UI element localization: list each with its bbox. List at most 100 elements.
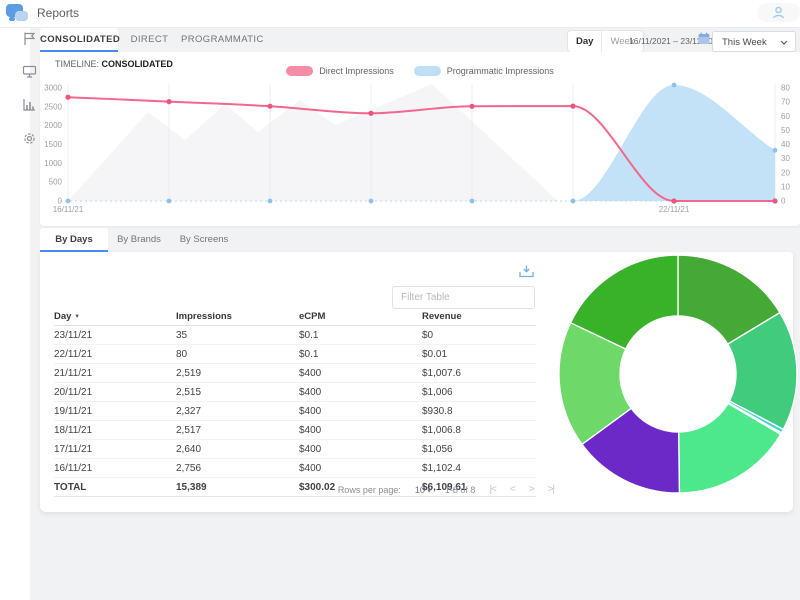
table-row[interactable]: 19/11/212,327$400$930.8 xyxy=(54,402,536,421)
app-header: Reports xyxy=(0,0,800,28)
table-cell: 18/11/21 xyxy=(54,421,176,440)
table-cell: $1,007.6 xyxy=(422,364,536,383)
table-cell: 20/11/21 xyxy=(54,383,176,402)
table-row[interactable]: 21/11/212,519$400$1,007.6 xyxy=(54,364,536,383)
breakdown-card: Day ▼ Impressions eCPM Revenue 23/11/213… xyxy=(40,252,793,512)
table-cell: $0.1 xyxy=(299,326,422,345)
table-cell: $0.1 xyxy=(299,345,422,364)
svg-text:1000: 1000 xyxy=(44,159,62,168)
table-cell: $1,006.8 xyxy=(422,421,536,440)
table-cell: 2,519 xyxy=(176,364,299,383)
table-cell: 2,515 xyxy=(176,383,299,402)
tab-consolidated[interactable]: CONSOLIDATED xyxy=(40,28,118,52)
svg-text:40: 40 xyxy=(781,140,790,149)
table-cell: $0.01 xyxy=(422,345,536,364)
table-cell: $1,006 xyxy=(422,383,536,402)
table-row[interactable]: 18/11/212,517$400$1,006.8 xyxy=(54,421,536,440)
legend-item-programmatic[interactable]: Programmatic Impressions xyxy=(414,66,554,76)
prev-page-button[interactable]: < xyxy=(510,484,515,495)
period-select[interactable]: This Week xyxy=(712,31,796,52)
svg-text:16/11/21: 16/11/21 xyxy=(53,205,84,214)
rows-per-page-label: Rows per page: xyxy=(338,485,401,495)
tab-by-brands[interactable]: By Brands xyxy=(108,228,170,252)
svg-text:2500: 2500 xyxy=(44,102,62,111)
svg-text:10: 10 xyxy=(781,182,790,191)
table-cell: 2,640 xyxy=(176,440,299,459)
svg-text:22/11/21: 22/11/21 xyxy=(659,205,690,214)
screens-icon[interactable] xyxy=(22,64,37,79)
legend-label: Programmatic Impressions xyxy=(447,66,554,76)
table-cell: 21/11/21 xyxy=(54,364,176,383)
svg-text:30: 30 xyxy=(781,154,790,163)
table-cell: $400 xyxy=(299,364,422,383)
table-cell: $400 xyxy=(299,402,422,421)
table-cell: $0 xyxy=(422,326,536,345)
app-logo-icon xyxy=(6,4,32,23)
svg-text:20: 20 xyxy=(781,168,790,177)
table-header-row: Day ▼ Impressions eCPM Revenue xyxy=(54,308,536,326)
next-page-button[interactable]: > xyxy=(529,484,534,495)
timeline-card: TIMELINE: CONSOLIDATED Direct Impression… xyxy=(40,52,800,226)
table-cell: $400 xyxy=(299,459,422,478)
svg-text:60: 60 xyxy=(781,112,790,121)
table-cell: 80 xyxy=(176,345,299,364)
bar-chart-icon[interactable] xyxy=(22,97,37,112)
table-cell: $400 xyxy=(299,383,422,402)
pagination-range: 1-8 of 8 xyxy=(445,485,476,495)
table-body: 23/11/2135$0.1$022/11/2180$0.1$0.0121/11… xyxy=(54,326,536,478)
caret-down-icon: ▾ xyxy=(427,488,431,495)
legend-swatch-programmatic xyxy=(414,66,441,76)
table-cell: $930.8 xyxy=(422,402,536,421)
table-cell: $1,056 xyxy=(422,440,536,459)
table-row[interactable]: 22/11/2180$0.1$0.01 xyxy=(54,345,536,364)
toggle-day[interactable]: Day xyxy=(568,31,602,52)
column-header-day[interactable]: Day ▼ xyxy=(54,308,176,326)
export-download-icon[interactable] xyxy=(518,264,535,279)
column-header-impressions[interactable]: Impressions xyxy=(176,308,299,326)
user-menu-button[interactable] xyxy=(757,3,800,22)
table-cell: 2,517 xyxy=(176,421,299,440)
user-icon xyxy=(772,6,785,19)
legend-item-direct[interactable]: Direct Impressions xyxy=(286,66,394,76)
gear-icon[interactable] xyxy=(22,131,37,146)
table-row[interactable]: 23/11/2135$0.1$0 xyxy=(54,326,536,345)
table-row[interactable]: 17/11/212,640$400$1,056 xyxy=(54,440,536,459)
first-page-button[interactable]: |< xyxy=(489,484,495,495)
filter-table-input[interactable] xyxy=(392,286,535,309)
table-cell: 16/11/21 xyxy=(54,459,176,478)
svg-text:500: 500 xyxy=(49,178,63,187)
table-cell: $400 xyxy=(299,421,422,440)
page-title: Reports xyxy=(37,0,79,27)
svg-text:80: 80 xyxy=(781,84,790,93)
column-header-revenue[interactable]: Revenue xyxy=(422,308,536,326)
svg-text:3000: 3000 xyxy=(44,84,62,93)
column-header-ecpm[interactable]: eCPM xyxy=(299,308,422,326)
timeline-chart: 3000250020001500100050008070605040302010… xyxy=(40,76,800,226)
report-tabs: CONSOLIDATED DIRECT SALES PROGRAMMATIC xyxy=(40,28,560,52)
tab-by-screens[interactable]: By Screens xyxy=(170,228,238,252)
table-cell: 23/11/21 xyxy=(54,326,176,345)
table-row[interactable]: 20/11/212,515$400$1,006 xyxy=(54,383,536,402)
table-row[interactable]: 16/11/212,756$400$1,102.4 xyxy=(54,459,536,478)
legend-swatch-direct xyxy=(286,66,313,76)
flag-icon[interactable] xyxy=(22,31,37,46)
breakdown-tabs: By Days By Brands By Screens xyxy=(40,228,440,252)
table-cell: 2,756 xyxy=(176,459,299,478)
rows-per-page-select[interactable]: 10 ▾ xyxy=(415,485,431,495)
calendar-icon[interactable] xyxy=(698,32,710,45)
tab-by-days[interactable]: By Days xyxy=(40,228,108,252)
table-cell: 35 xyxy=(176,326,299,345)
svg-text:50: 50 xyxy=(781,126,790,135)
impressions-donut-chart xyxy=(557,252,799,496)
tab-programmatic[interactable]: PROGRAMMATIC xyxy=(181,28,256,52)
period-select-value: This Week xyxy=(722,37,767,48)
table-cell: $1,102.4 xyxy=(422,459,536,478)
tab-direct-sales[interactable]: DIRECT SALES xyxy=(118,28,181,52)
breakdown-table: Day ▼ Impressions eCPM Revenue 23/11/213… xyxy=(54,308,536,497)
svg-text:0: 0 xyxy=(781,197,786,206)
last-page-button[interactable]: >| xyxy=(548,484,554,495)
svg-text:1500: 1500 xyxy=(44,140,62,149)
pagination: Rows per page: 10 ▾ 1-8 of 8 |< < > >| xyxy=(54,484,554,495)
sidebar xyxy=(0,27,30,600)
svg-text:2000: 2000 xyxy=(44,121,62,130)
